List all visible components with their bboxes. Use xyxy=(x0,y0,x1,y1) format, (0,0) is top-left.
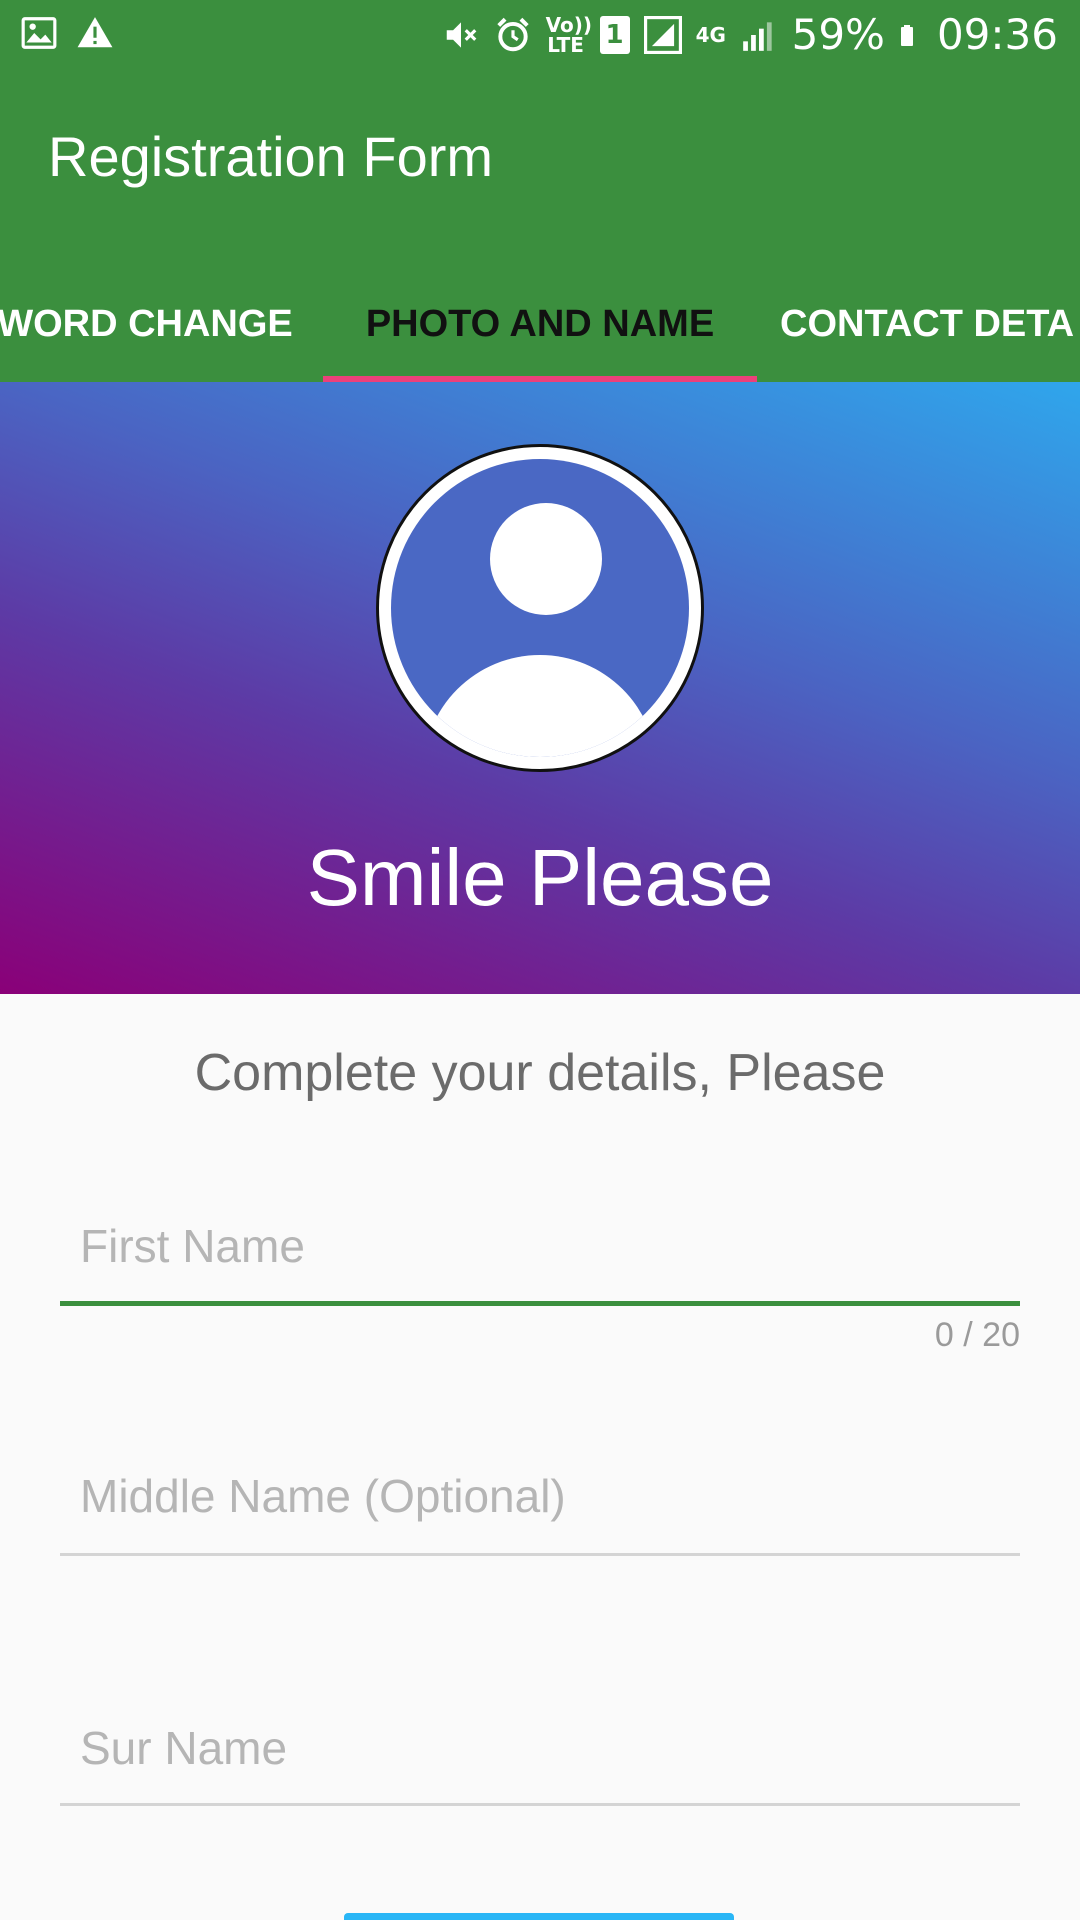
sur-name-underline xyxy=(60,1803,1020,1806)
middle-name-field xyxy=(60,1456,1020,1556)
first-name-underline xyxy=(60,1301,1020,1306)
image-icon xyxy=(21,17,57,49)
avatar-button[interactable] xyxy=(376,444,704,772)
first-name-input[interactable] xyxy=(60,1206,1020,1286)
battery-percent: 59% xyxy=(791,10,885,59)
tab-bar: WORD CHANGE PHOTO AND NAME CONTACT DETA xyxy=(0,266,1080,382)
mute-icon xyxy=(446,21,476,48)
avatar-icon xyxy=(391,459,689,757)
tab-password-change[interactable]: WORD CHANGE xyxy=(0,266,310,382)
warning-icon xyxy=(77,17,113,48)
sur-name-field xyxy=(60,1708,1020,1806)
status-bar: Vo)) LTE 1 4G 59% 09:36 xyxy=(0,0,1080,76)
first-name-counter: 0 / 20 xyxy=(934,1316,1020,1354)
clock: 09:36 xyxy=(936,10,1058,59)
middle-name-input[interactable] xyxy=(60,1456,1020,1536)
sim1-icon: 1 xyxy=(599,15,630,54)
4g-icon: 4G xyxy=(695,22,726,47)
form-subtitle: Complete your details, Please xyxy=(194,1044,886,1102)
page-title: Registration Form xyxy=(48,125,494,188)
first-name-field xyxy=(60,1206,1020,1306)
signal-bars-icon xyxy=(742,21,772,51)
hero-caption: Smile Please xyxy=(306,833,774,922)
sur-name-input[interactable] xyxy=(60,1708,1020,1788)
volte-icon: Vo)) LTE xyxy=(545,12,592,57)
signal-icon xyxy=(643,15,682,54)
avatar-head xyxy=(490,503,602,615)
status-right-icons: Vo)) LTE 1 4G 59% 09:36 xyxy=(442,10,1058,59)
tab-contact-details[interactable]: CONTACT DETA xyxy=(780,266,1080,382)
avatar-body xyxy=(423,655,657,757)
alarm-icon xyxy=(496,17,529,51)
battery-icon xyxy=(900,24,913,46)
tab-photo-and-name[interactable]: PHOTO AND NAME xyxy=(323,266,757,382)
middle-name-underline xyxy=(60,1553,1020,1556)
next-button[interactable] xyxy=(344,1913,734,1920)
status-left-icons xyxy=(20,14,114,52)
profile-header: Smile Please xyxy=(0,382,1080,994)
app-bar: Registration Form WORD CHANGE PHOTO AND … xyxy=(0,76,1080,382)
